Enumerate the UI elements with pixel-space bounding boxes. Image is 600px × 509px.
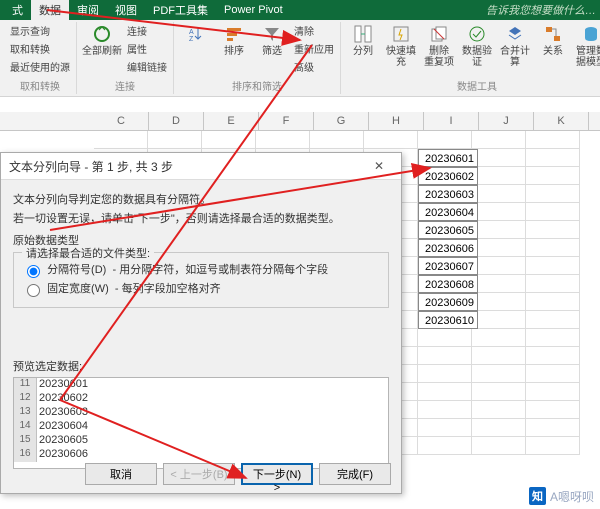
consolidate-icon — [505, 24, 525, 44]
group-label: 连接 — [81, 78, 169, 94]
back-button: < 上一步(B) — [163, 463, 235, 485]
connections[interactable]: 连接 — [125, 22, 169, 39]
preview-box: 1120230601122023060213202306031420230604… — [13, 377, 389, 469]
relationships-icon — [543, 24, 563, 44]
data-cell[interactable]: 20230601 — [418, 149, 478, 167]
column-headers: C D E F G H I J K — [0, 112, 600, 131]
tell-me-hint[interactable]: 告诉我您想要做什么… — [486, 2, 596, 18]
consolidate-button[interactable]: 合并计算 — [497, 22, 533, 70]
relationships-button[interactable]: 关系 — [535, 22, 571, 70]
sort-asc-icon: AZ — [186, 24, 206, 44]
ribbon-group-connections: 全部刷新 连接 属性 编辑链接 连接 — [77, 22, 174, 94]
next-button[interactable]: 下一步(N) > — [241, 463, 313, 485]
show-queries[interactable]: 显示查询 — [8, 22, 72, 39]
preview-row: 1420230604 — [14, 420, 388, 434]
preview-row: 1520230605 — [14, 434, 388, 448]
data-validation-icon — [467, 24, 487, 44]
col-header[interactable]: K — [534, 112, 589, 130]
preview-row: 1320230603 — [14, 406, 388, 420]
tab-format[interactable]: 式 — [4, 0, 31, 20]
file-type-legend: 请选择最合适的文件类型: — [22, 245, 154, 261]
reapply-filter[interactable]: 重新应用 — [292, 40, 336, 57]
svg-text:Z: Z — [189, 36, 194, 42]
col-header[interactable]: E — [204, 112, 259, 130]
from-table[interactable]: 取和转换 — [8, 40, 72, 57]
col-header[interactable]: C — [94, 112, 149, 130]
group-label: 取和转换 — [8, 78, 72, 94]
ribbon: 显示查询 取和转换 最近使用的源 取和转换 全部刷新 连接 属性 编辑链接 连接… — [0, 20, 600, 97]
sort-button[interactable]: 排序 — [216, 22, 252, 75]
data-cell[interactable]: 20230608 — [418, 275, 478, 293]
data-cell[interactable]: 20230603 — [418, 185, 478, 203]
wizard-title: 文本分列向导 - 第 1 步, 共 3 步 — [9, 158, 173, 175]
properties[interactable]: 属性 — [125, 40, 169, 57]
fixed-width-radio-input[interactable] — [27, 284, 40, 297]
cancel-button[interactable]: 取消 — [85, 463, 157, 485]
delimited-radio[interactable]: 分隔符号(D) - 用分隔字符，如逗号或制表符分隔每个字段 — [22, 261, 380, 278]
group-label: 排序和筛选 — [178, 78, 336, 94]
wizard-intro: 文本分列向导判定您的数据具有分隔符。 — [13, 191, 389, 207]
refresh-icon — [92, 24, 112, 44]
sort-icon — [224, 24, 244, 44]
tab-data[interactable]: 数据 — [31, 0, 69, 20]
wizard-titlebar: 文本分列向导 - 第 1 步, 共 3 步 ✕ — [1, 153, 401, 180]
ribbon-group-get-transform: 显示查询 取和转换 最近使用的源 取和转换 — [4, 22, 77, 94]
text-to-columns-wizard: 文本分列向导 - 第 1 步, 共 3 步 ✕ 文本分列向导判定您的数据具有分隔… — [0, 152, 402, 494]
watermark-text: A嗯呀呗 — [550, 488, 594, 505]
finish-button[interactable]: 完成(F) — [319, 463, 391, 485]
remove-duplicates-icon — [429, 24, 449, 44]
ribbon-group-sort-filter: AZ 排序 筛选 清除 重新应用 高级 排序和筛选 — [174, 22, 341, 94]
delimited-radio-input[interactable] — [27, 265, 40, 278]
preview-row: 1120230601 — [14, 378, 388, 392]
group-label: 数据工具 — [345, 78, 600, 94]
menu-tabs: 式 数据 审阅 视图 PDF工具集 Power Pivot 告诉我您想要做什么… — [0, 0, 600, 20]
fixed-width-radio[interactable]: 固定宽度(W) - 每列字段加空格对齐 — [22, 280, 380, 297]
close-button[interactable]: ✕ — [365, 159, 393, 173]
zhihu-icon: 知 — [529, 487, 546, 505]
data-cell[interactable]: 20230610 — [418, 311, 478, 329]
tab-pdf[interactable]: PDF工具集 — [145, 0, 216, 20]
col-header[interactable]: H — [369, 112, 424, 130]
text-to-columns-icon — [353, 24, 373, 44]
data-cell[interactable]: 20230607 — [418, 257, 478, 275]
clear-filter[interactable]: 清除 — [292, 22, 336, 39]
col-header[interactable]: G — [314, 112, 369, 130]
data-validation-button[interactable]: 数据验证 — [459, 22, 495, 70]
filter-button[interactable]: 筛选 — [254, 22, 290, 75]
tab-powerpivot[interactable]: Power Pivot — [216, 2, 291, 18]
col-header[interactable]: D — [149, 112, 204, 130]
preview-row: 1220230602 — [14, 392, 388, 406]
data-model-icon — [581, 24, 600, 44]
col-header[interactable]: I — [424, 112, 479, 130]
tab-review[interactable]: 审阅 — [69, 0, 107, 20]
flash-fill-icon — [391, 24, 411, 44]
svg-text:A: A — [189, 29, 194, 36]
data-cell[interactable]: 20230606 — [418, 239, 478, 257]
advanced-filter[interactable]: 高级 — [292, 58, 336, 75]
wizard-buttons: 取消 < 上一步(B) 下一步(N) > 完成(F) — [85, 463, 391, 485]
watermark: 知 A嗯呀呗 — [529, 487, 594, 505]
filter-icon — [262, 24, 282, 44]
data-cell[interactable]: 20230604 — [418, 203, 478, 221]
preview-label: 预览选定数据: — [13, 358, 389, 374]
data-model-button[interactable]: 管理数据模型 — [573, 22, 600, 70]
recent-sources[interactable]: 最近使用的源 — [8, 58, 72, 75]
sort-asc-button[interactable]: AZ — [178, 22, 214, 75]
refresh-all-button[interactable]: 全部刷新 — [81, 22, 123, 75]
data-cell[interactable]: 20230602 — [418, 167, 478, 185]
tab-view[interactable]: 视图 — [107, 0, 145, 20]
data-cell[interactable]: 20230609 — [418, 293, 478, 311]
file-type-group: 请选择最合适的文件类型: 分隔符号(D) - 用分隔字符，如逗号或制表符分隔每个… — [13, 252, 389, 308]
flash-fill-button[interactable]: 快速填充 — [383, 22, 419, 70]
data-cell[interactable]: 20230605 — [418, 221, 478, 239]
wizard-intro2: 若一切设置无误，请单击"下一步"，否则请选择最合适的数据类型。 — [13, 210, 389, 226]
col-header[interactable]: J — [479, 112, 534, 130]
edit-links[interactable]: 编辑链接 — [125, 58, 169, 75]
col-header[interactable]: F — [259, 112, 314, 130]
remove-duplicates-button[interactable]: 删除重复项 — [421, 22, 457, 70]
text-to-columns-button[interactable]: 分列 — [345, 22, 381, 70]
ribbon-group-data-tools: 分列 快速填充 删除重复项 数据验证 合并计算 关系 管理数据模型 数据工具 — [341, 22, 600, 94]
preview-row: 1620230606 — [14, 448, 388, 462]
